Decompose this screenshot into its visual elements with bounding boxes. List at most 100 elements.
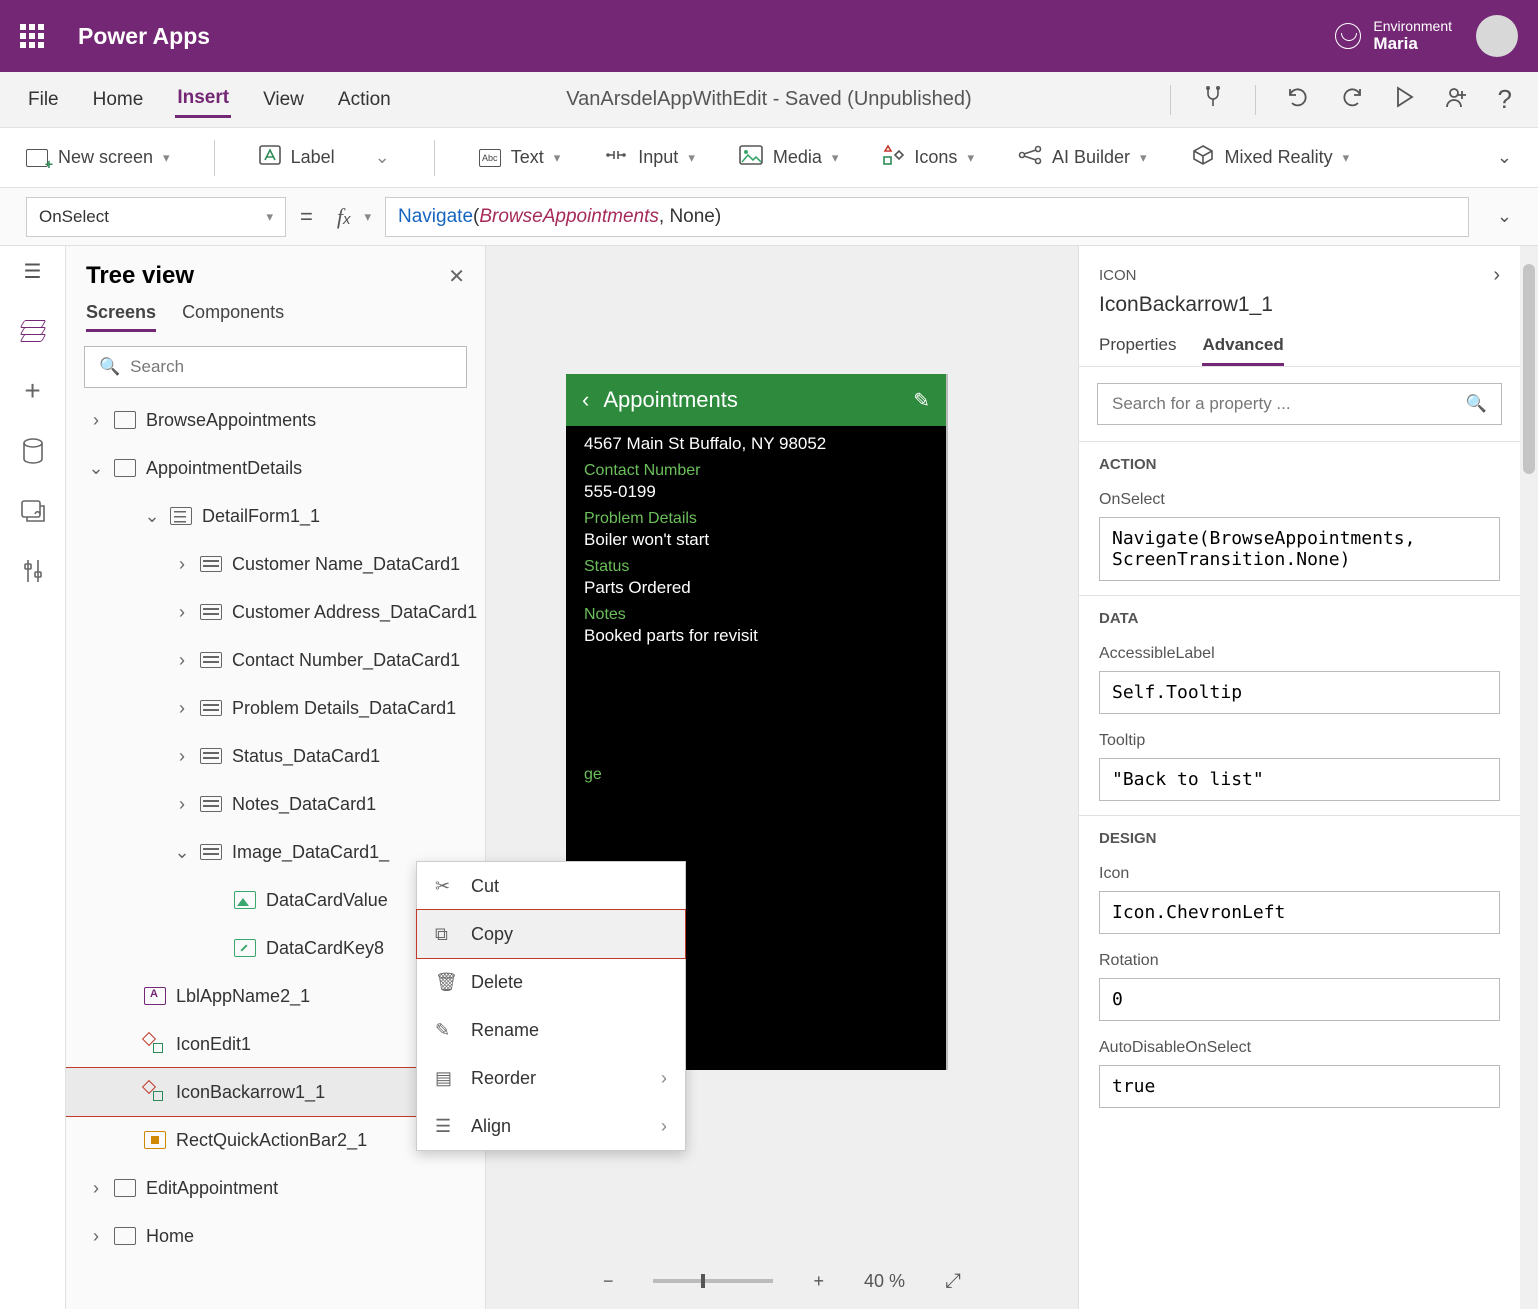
zoom-in-icon[interactable]: +: [813, 1271, 824, 1292]
tree-node-detailform[interactable]: ⌄DetailForm1_1: [66, 492, 485, 540]
tree-search-input[interactable]: 🔍 Search: [84, 346, 467, 388]
screen-title: Appointments: [603, 387, 899, 413]
menu-file[interactable]: File: [26, 83, 61, 117]
app-checker-icon[interactable]: [1201, 85, 1225, 114]
avatar[interactable]: [1476, 15, 1518, 57]
rail-tree-view-icon[interactable]: [20, 318, 46, 344]
property-search-input[interactable]: Search for a property ... 🔍: [1097, 383, 1502, 425]
tab-advanced[interactable]: Advanced: [1202, 327, 1283, 366]
search-icon: 🔍: [1466, 394, 1487, 414]
new-screen-icon: +: [26, 149, 48, 167]
ctx-align[interactable]: ☰Align›: [417, 1102, 685, 1150]
props-expand-icon[interactable]: ›: [1493, 264, 1500, 287]
tree-node-browseappointments[interactable]: ›BrowseAppointments: [66, 396, 485, 444]
rail-data-icon[interactable]: [20, 438, 46, 464]
zoom-value: 40 %: [864, 1271, 905, 1292]
undo-icon[interactable]: [1286, 85, 1310, 114]
ribbon-ai-builder[interactable]: AI Builder▾: [1018, 144, 1147, 171]
ribbon-mixed-reality[interactable]: Mixed Reality▾: [1191, 144, 1350, 171]
tree-node-editappointment[interactable]: ›EditAppointment: [66, 1164, 485, 1212]
media-icon: [739, 145, 763, 170]
document-title: VanArsdelAppWithEdit - Saved (Unpublishe…: [566, 88, 971, 111]
environment-name: Maria: [1373, 34, 1452, 54]
rotation-value[interactable]: 0: [1099, 978, 1500, 1021]
search-icon: 🔍: [99, 357, 120, 377]
rail-insert-icon[interactable]: +: [20, 378, 46, 404]
notes-label: Notes: [584, 606, 928, 624]
tree-node-dc-name[interactable]: ›Customer Name_DataCard1: [66, 540, 485, 588]
control-kind: ICON: [1099, 267, 1137, 284]
tree-node-dc-contact[interactable]: ›Contact Number_DataCard1: [66, 636, 485, 684]
rail-media-icon[interactable]: [20, 498, 46, 524]
back-icon[interactable]: ‹: [582, 387, 589, 413]
properties-scrollbar[interactable]: [1520, 246, 1538, 1309]
copy-icon: ⧉: [435, 924, 455, 945]
tree-node-home[interactable]: ›Home: [66, 1212, 485, 1260]
tooltip-value[interactable]: "Back to list": [1099, 758, 1500, 801]
formula-input[interactable]: Navigate(BrowseAppointments, None): [385, 197, 1469, 237]
text-icon: Abc: [479, 149, 501, 167]
zoom-out-icon[interactable]: −: [603, 1271, 614, 1292]
mixed-reality-icon: [1191, 144, 1215, 171]
ctx-cut[interactable]: ✂Cut: [417, 862, 685, 910]
ai-builder-icon: [1018, 144, 1042, 171]
menu-insert[interactable]: Insert: [175, 81, 231, 118]
menu-view[interactable]: View: [261, 83, 306, 117]
fit-screen-icon[interactable]: ⤢: [945, 1270, 961, 1293]
section-design: DESIGN: [1079, 815, 1520, 861]
ribbon-icons[interactable]: Icons▾: [882, 144, 974, 171]
contact-label: Contact Number: [584, 462, 928, 480]
rotation-label: Rotation: [1099, 952, 1500, 970]
tab-screens[interactable]: Screens: [86, 296, 156, 332]
tree-node-dc-address[interactable]: ›Customer Address_DataCard1: [66, 588, 485, 636]
menu-action[interactable]: Action: [336, 83, 393, 117]
property-selector[interactable]: OnSelect▾: [26, 197, 286, 237]
redo-icon[interactable]: [1340, 85, 1364, 114]
help-icon[interactable]: ?: [1498, 84, 1512, 115]
tooltip-label: Tooltip: [1099, 732, 1500, 750]
onselect-label: OnSelect: [1099, 491, 1500, 509]
ribbon-label[interactable]: Label ⌄: [259, 145, 390, 170]
brand: Power Apps: [78, 23, 1335, 50]
contact-value: 555-0199: [584, 482, 928, 502]
delete-icon: 🗑: [435, 972, 455, 993]
ctx-delete[interactable]: 🗑Delete: [417, 958, 685, 1006]
section-action: ACTION: [1079, 441, 1520, 487]
accessiblelabel-label: AccessibleLabel: [1099, 645, 1500, 663]
environment-label: Environment: [1373, 18, 1452, 34]
menu-home[interactable]: Home: [91, 83, 146, 117]
zoom-slider[interactable]: [653, 1279, 773, 1283]
rail-hamburger-icon[interactable]: ☰: [20, 258, 46, 284]
cut-icon: ✂: [435, 876, 455, 897]
ctx-rename[interactable]: ✎Rename: [417, 1006, 685, 1054]
ribbon-new-screen[interactable]: + New screen▾: [26, 147, 170, 168]
tree-node-dc-status[interactable]: ›Status_DataCard1: [66, 732, 485, 780]
accessiblelabel-value[interactable]: Self.Tooltip: [1099, 671, 1500, 714]
share-icon[interactable]: [1444, 85, 1468, 114]
onselect-value[interactable]: Navigate(BrowseAppointments, ScreenTrans…: [1099, 517, 1500, 581]
address-value: 4567 Main St Buffalo, NY 98052: [584, 434, 928, 454]
icon-prop-value[interactable]: Icon.ChevronLeft: [1099, 891, 1500, 934]
tab-properties[interactable]: Properties: [1099, 327, 1176, 366]
align-icon: ☰: [435, 1116, 455, 1137]
label-icon: [259, 145, 281, 170]
ribbon-input[interactable]: Input▾: [604, 145, 695, 170]
autodisable-label: AutoDisableOnSelect: [1099, 1039, 1500, 1057]
autodisable-value[interactable]: true: [1099, 1065, 1500, 1108]
tree-close-icon[interactable]: ✕: [448, 264, 465, 289]
formula-expand-icon[interactable]: ⌄: [1497, 206, 1512, 227]
edit-icon[interactable]: ✎: [913, 388, 930, 413]
ribbon-text[interactable]: Abc Text▾: [479, 147, 561, 168]
tab-components[interactable]: Components: [182, 296, 284, 332]
play-icon[interactable]: [1394, 86, 1414, 113]
tree-node-dc-problem[interactable]: ›Problem Details_DataCard1: [66, 684, 485, 732]
ribbon-media[interactable]: Media▾: [739, 145, 839, 170]
app-launcher-icon[interactable]: [20, 22, 48, 50]
rail-advanced-tools-icon[interactable]: [20, 558, 46, 584]
ctx-copy[interactable]: ⧉Copy: [417, 910, 685, 958]
tree-node-appointmentdetails[interactable]: ⌄AppointmentDetails: [66, 444, 485, 492]
environment-picker[interactable]: Environment Maria: [1335, 18, 1452, 54]
ribbon-expand-icon[interactable]: ⌄: [1497, 147, 1512, 168]
ctx-reorder[interactable]: ▤Reorder›: [417, 1054, 685, 1102]
tree-node-dc-notes[interactable]: ›Notes_DataCard1: [66, 780, 485, 828]
